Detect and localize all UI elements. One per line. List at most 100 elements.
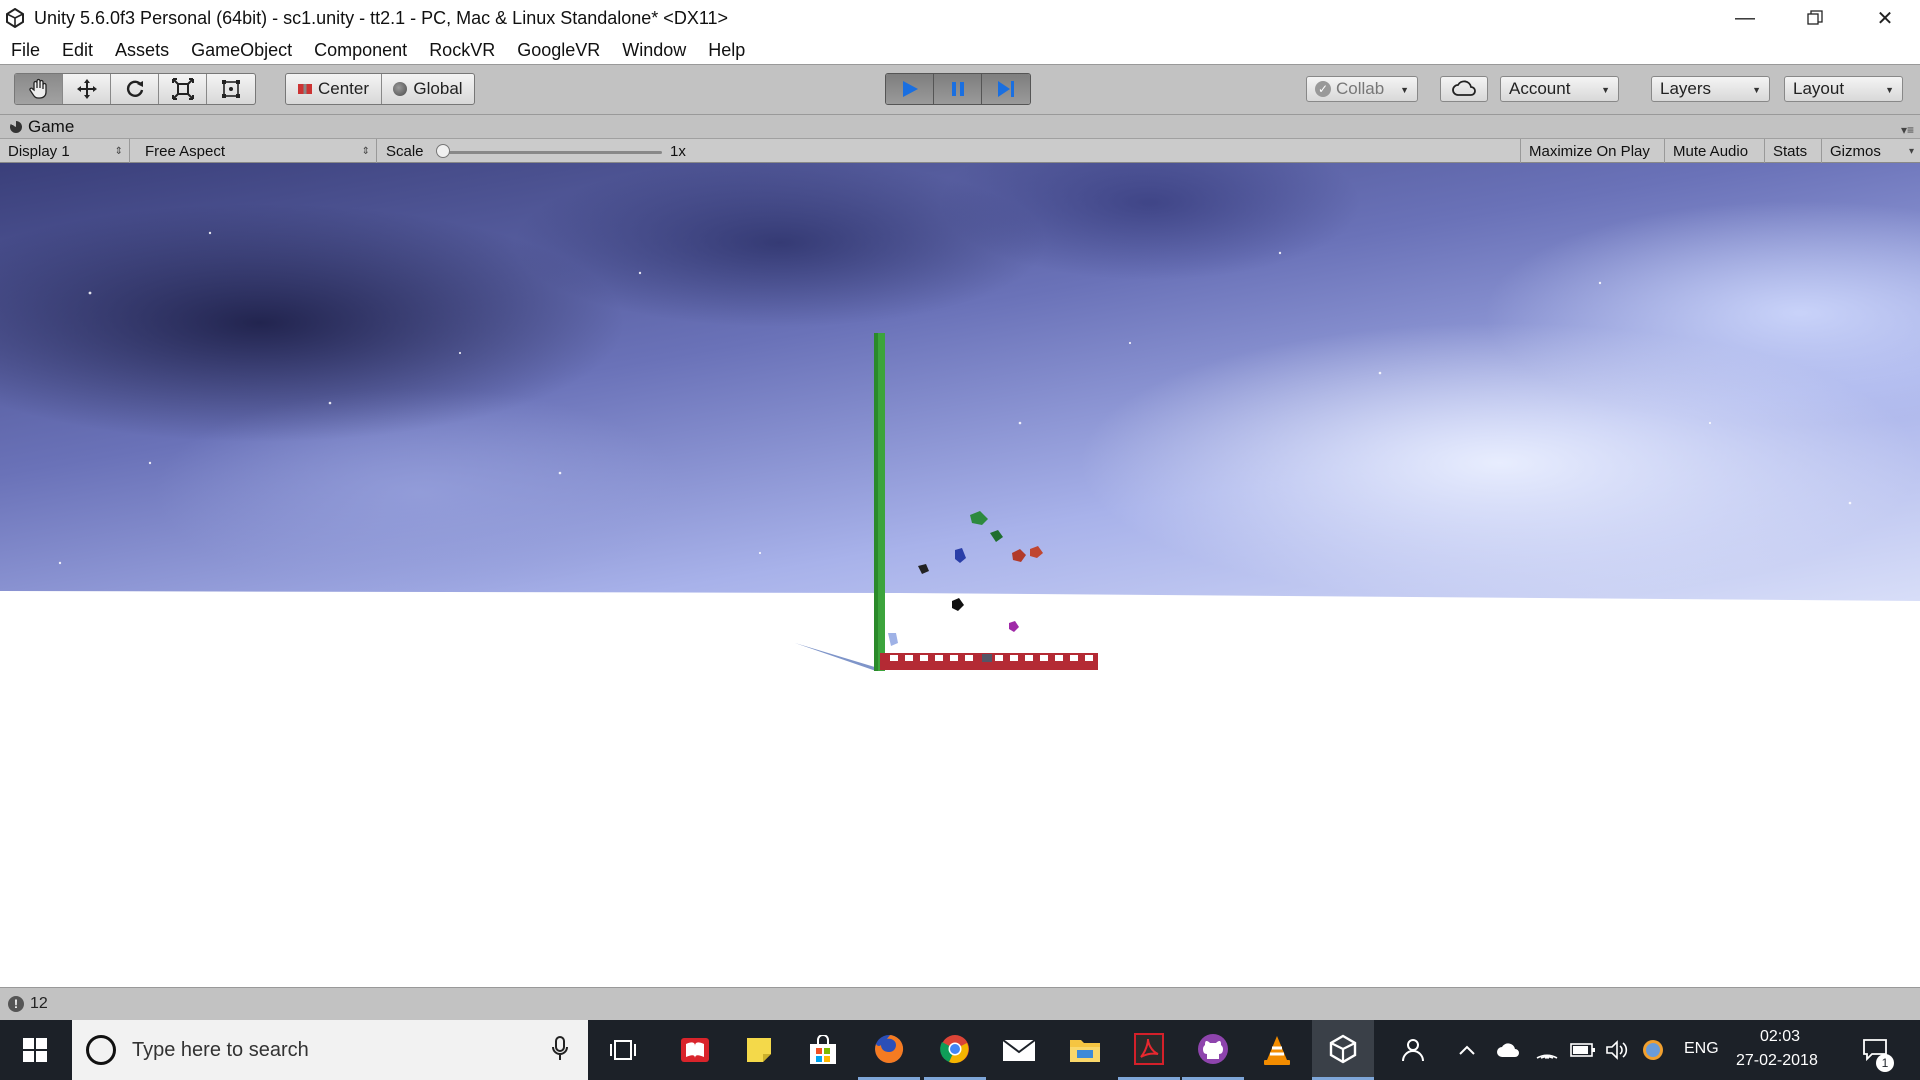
scale-tool-icon[interactable] bbox=[159, 74, 207, 104]
clock-time[interactable]: 02:03 bbox=[1760, 1028, 1800, 1046]
display-select[interactable]: Display 1 ⇕ bbox=[0, 139, 130, 163]
move-tool-icon[interactable] bbox=[63, 74, 111, 104]
step-icon[interactable] bbox=[982, 74, 1030, 104]
scale-slider-thumb[interactable] bbox=[436, 144, 450, 158]
microphone-icon[interactable] bbox=[552, 1036, 568, 1062]
mail-icon[interactable] bbox=[988, 1020, 1050, 1080]
notification-count: 1 bbox=[1876, 1054, 1894, 1072]
menu-bar: File Edit Assets GameObject Component Ro… bbox=[0, 36, 1920, 64]
chevron-down-icon: ▾ bbox=[1908, 145, 1914, 157]
stats-toggle[interactable]: Stats bbox=[1765, 139, 1822, 163]
menu-googlevr[interactable]: GoogleVR bbox=[506, 40, 611, 61]
scale-label: Scale bbox=[386, 143, 424, 160]
scene-objects bbox=[58, 231, 1852, 671]
acrobat-icon[interactable] bbox=[1118, 1020, 1180, 1080]
updown-icon: ⇕ bbox=[114, 145, 123, 157]
menu-component[interactable]: Component bbox=[303, 40, 418, 61]
onedrive-icon[interactable] bbox=[1492, 1020, 1526, 1080]
close-icon[interactable]: ✕ bbox=[1850, 0, 1920, 36]
hand-tool-icon[interactable] bbox=[15, 74, 63, 104]
main-toolbar: Center Global ✓ Collab ▼ Account ▼ Layer… bbox=[0, 64, 1920, 114]
stars bbox=[58, 231, 1852, 565]
sticky-notes-icon[interactable] bbox=[728, 1020, 790, 1080]
cloud-button[interactable] bbox=[1440, 76, 1488, 102]
minimize-icon[interactable]: — bbox=[1710, 0, 1780, 36]
firefox-icon[interactable] bbox=[858, 1020, 920, 1080]
rect-tool-icon[interactable] bbox=[207, 74, 255, 104]
task-view-icon[interactable] bbox=[592, 1020, 654, 1080]
battery-icon[interactable] bbox=[1566, 1020, 1600, 1080]
taskbar: Type here to search ENG 02:03 27-02-2018… bbox=[0, 1020, 1920, 1080]
panel-menu-icon[interactable]: ▾≡ bbox=[1901, 123, 1914, 137]
restore-icon[interactable] bbox=[1780, 0, 1850, 36]
language-indicator[interactable]: ENG bbox=[1684, 1040, 1719, 1058]
tab-game[interactable]: Game bbox=[10, 117, 74, 137]
people-icon[interactable] bbox=[1390, 1020, 1434, 1080]
pivot-center-label: Center bbox=[317, 79, 370, 98]
scale-value: 1x bbox=[670, 143, 686, 160]
menu-assets[interactable]: Assets bbox=[104, 40, 180, 61]
status-bar: ! 12 bbox=[0, 987, 1920, 1020]
aspect-label: Free Aspect bbox=[145, 142, 226, 160]
account-dropdown[interactable]: Account ▼ bbox=[1500, 76, 1619, 102]
maximize-on-play-toggle[interactable]: Maximize On Play bbox=[1520, 139, 1665, 163]
search-box[interactable]: Type here to search bbox=[72, 1020, 588, 1080]
chevron-down-icon: ▼ bbox=[1885, 85, 1894, 95]
play-controls bbox=[885, 73, 1031, 105]
menu-window[interactable]: Window bbox=[611, 40, 697, 61]
shadow-line bbox=[795, 643, 878, 671]
aspect-select[interactable]: Free Aspect ⇕ bbox=[137, 139, 377, 163]
chrome-icon[interactable] bbox=[924, 1020, 986, 1080]
vlc-icon[interactable] bbox=[1246, 1020, 1308, 1080]
menu-help[interactable]: Help bbox=[697, 40, 756, 61]
volume-icon[interactable] bbox=[1600, 1020, 1634, 1080]
reader-icon[interactable] bbox=[664, 1020, 726, 1080]
pivot-global-label: Global bbox=[413, 79, 463, 98]
console-count[interactable]: 12 bbox=[30, 995, 48, 1013]
chevron-up-icon[interactable] bbox=[1452, 1020, 1482, 1080]
search-placeholder: Type here to search bbox=[132, 1038, 309, 1061]
title-bar: Unity 5.6.0f3 Personal (64bit) - sc1.uni… bbox=[0, 0, 1920, 36]
rotate-tool-icon[interactable] bbox=[111, 74, 159, 104]
clock-date[interactable]: 27-02-2018 bbox=[1736, 1052, 1818, 1070]
chevron-down-icon: ▼ bbox=[1400, 85, 1409, 95]
pivot-global-toggle[interactable]: Global bbox=[382, 74, 474, 104]
cortana-icon bbox=[86, 1035, 116, 1065]
play-icon[interactable] bbox=[886, 74, 934, 104]
account-label: Account bbox=[1509, 79, 1571, 98]
menu-rockvr[interactable]: RockVR bbox=[418, 40, 506, 61]
pause-icon[interactable] bbox=[934, 74, 982, 104]
mute-audio-toggle[interactable]: Mute Audio bbox=[1665, 139, 1765, 163]
globe-icon bbox=[393, 82, 408, 96]
layers-dropdown[interactable]: Layers ▼ bbox=[1651, 76, 1770, 102]
unity-icon[interactable] bbox=[1312, 1020, 1374, 1080]
game-viewport[interactable] bbox=[0, 163, 1920, 987]
display-label: Display 1 bbox=[8, 142, 70, 160]
start-button[interactable] bbox=[0, 1020, 70, 1080]
gizmos-toggle[interactable]: Gizmos ▾ bbox=[1822, 139, 1920, 163]
pivot-center-toggle[interactable]: Center bbox=[286, 74, 382, 104]
game-view-controls: Display 1 ⇕ Free Aspect ⇕ Scale 1x Maxim… bbox=[0, 138, 1920, 163]
tab-game-label: Game bbox=[28, 117, 75, 136]
menu-edit[interactable]: Edit bbox=[51, 40, 104, 61]
action-center-icon[interactable]: 1 bbox=[1850, 1020, 1900, 1080]
file-explorer-icon[interactable] bbox=[1054, 1020, 1116, 1080]
transform-tools bbox=[14, 73, 256, 105]
center-icon bbox=[297, 84, 312, 94]
cloud-icon bbox=[1452, 80, 1476, 96]
mute-audio-label: Mute Audio bbox=[1673, 142, 1749, 160]
store-icon[interactable] bbox=[792, 1020, 854, 1080]
layout-label: Layout bbox=[1793, 79, 1845, 98]
github-icon[interactable] bbox=[1182, 1020, 1244, 1080]
wifi-icon[interactable] bbox=[1530, 1020, 1564, 1080]
menu-file[interactable]: File bbox=[0, 40, 51, 61]
weather-icon[interactable] bbox=[1636, 1020, 1670, 1080]
layout-dropdown[interactable]: Layout ▼ bbox=[1784, 76, 1903, 102]
layers-label: Layers bbox=[1660, 79, 1712, 98]
menu-gameobject[interactable]: GameObject bbox=[180, 40, 303, 61]
scale-slider-track[interactable] bbox=[444, 151, 662, 154]
collab-label: Collab bbox=[1336, 79, 1385, 98]
check-icon: ✓ bbox=[1315, 81, 1331, 97]
collab-dropdown[interactable]: ✓ Collab ▼ bbox=[1306, 76, 1418, 102]
unity-logo-icon bbox=[4, 7, 26, 29]
